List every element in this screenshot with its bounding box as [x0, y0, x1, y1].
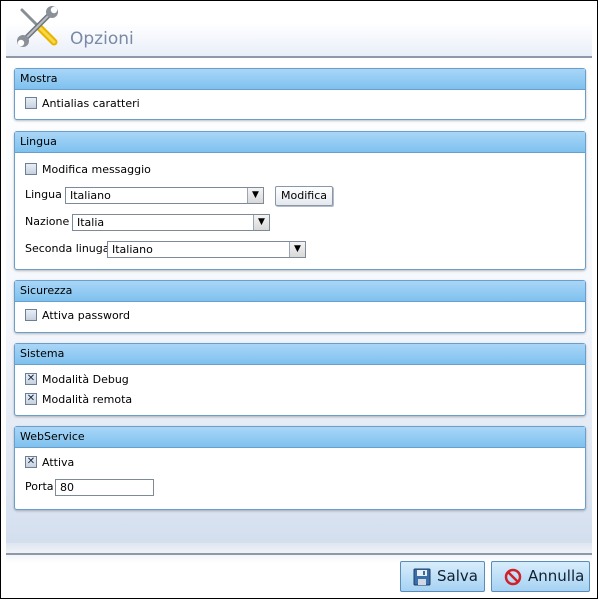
chevron-down-icon[interactable]: ▼ — [247, 188, 263, 203]
attiva-password-label: Attiva password — [42, 309, 130, 322]
group-sicurezza: Sicurezza Attiva password — [14, 280, 586, 333]
page-title: Opzioni — [70, 29, 134, 49]
seconda-lingua-select[interactable]: Italiano ▼ — [107, 241, 306, 258]
group-webservice-title: WebService — [15, 427, 585, 448]
group-webservice: WebService ✕ Attiva Porta 80 — [14, 426, 586, 510]
window-header: Opzioni — [6, 1, 592, 56]
debug-checkbox[interactable]: ✕ — [25, 373, 37, 385]
attiva-password-checkbox[interactable] — [25, 309, 37, 321]
debug-label: Modalità Debug — [42, 373, 129, 386]
wrench-screwdriver-icon — [17, 6, 58, 47]
nazione-select-value: Italia — [77, 216, 105, 229]
remota-checkbox[interactable]: ✕ — [25, 393, 37, 405]
group-lingua: Lingua Modifica messaggio Lingua Italian… — [14, 131, 586, 270]
options-body: Mostra Antialias caratteri Lingua Modifi… — [6, 58, 592, 543]
cancel-button-label: Annulla — [528, 567, 585, 585]
group-sistema-title: Sistema — [15, 344, 585, 365]
group-lingua-title: Lingua — [15, 132, 585, 153]
modifica-messaggio-checkbox[interactable] — [25, 163, 37, 175]
nazione-select[interactable]: Italia ▼ — [72, 214, 270, 231]
group-mostra: Mostra Antialias caratteri — [14, 68, 586, 120]
seconda-lingua-select-value: Italiano — [112, 243, 153, 256]
group-sistema: Sistema ✕ Modalità Debug ✕ Modalità remota — [14, 343, 586, 416]
porta-label: Porta — [25, 480, 54, 493]
nazione-label: Nazione — [25, 215, 70, 228]
group-sicurezza-title: Sicurezza — [15, 281, 585, 302]
remota-label: Modalità remota — [42, 393, 133, 406]
webservice-attiva-row[interactable]: ✕ Attiva — [25, 454, 74, 472]
lingua-label: Lingua — [25, 188, 62, 201]
lingua-select-value: Italiano — [70, 189, 111, 202]
modifica-button[interactable]: Modifica — [275, 186, 333, 206]
porta-input[interactable]: 80 — [55, 479, 154, 496]
webservice-attiva-label: Attiva — [42, 456, 75, 469]
antialias-label: Antialias caratteri — [42, 97, 140, 110]
save-button[interactable]: Salva — [400, 561, 485, 592]
floppy-disk-icon — [413, 568, 431, 586]
footer-divider — [6, 553, 592, 555]
modifica-messaggio-row[interactable]: Modifica messaggio — [25, 161, 151, 179]
attiva-password-row[interactable]: Attiva password — [25, 307, 130, 325]
options-window: Opzioni Mostra Antialias caratteri Lingu… — [1, 1, 597, 598]
debug-row[interactable]: ✕ Modalità Debug — [25, 371, 129, 389]
chevron-down-icon[interactable]: ▼ — [253, 215, 269, 230]
modifica-messaggio-label: Modifica messaggio — [42, 163, 151, 176]
antialias-checkbox[interactable] — [25, 97, 37, 109]
group-mostra-title: Mostra — [15, 69, 585, 90]
seconda-lingua-label: Seconda linuga — [25, 242, 110, 255]
remota-row[interactable]: ✕ Modalità remota — [25, 391, 132, 409]
lingua-select[interactable]: Italiano ▼ — [65, 187, 264, 204]
cancel-button[interactable]: Annulla — [491, 561, 590, 592]
no-entry-icon — [504, 568, 522, 586]
antialias-checkbox-row[interactable]: Antialias caratteri — [25, 95, 140, 113]
save-button-label: Salva — [437, 567, 478, 585]
webservice-attiva-checkbox[interactable]: ✕ — [25, 456, 37, 468]
chevron-down-icon[interactable]: ▼ — [289, 242, 305, 257]
